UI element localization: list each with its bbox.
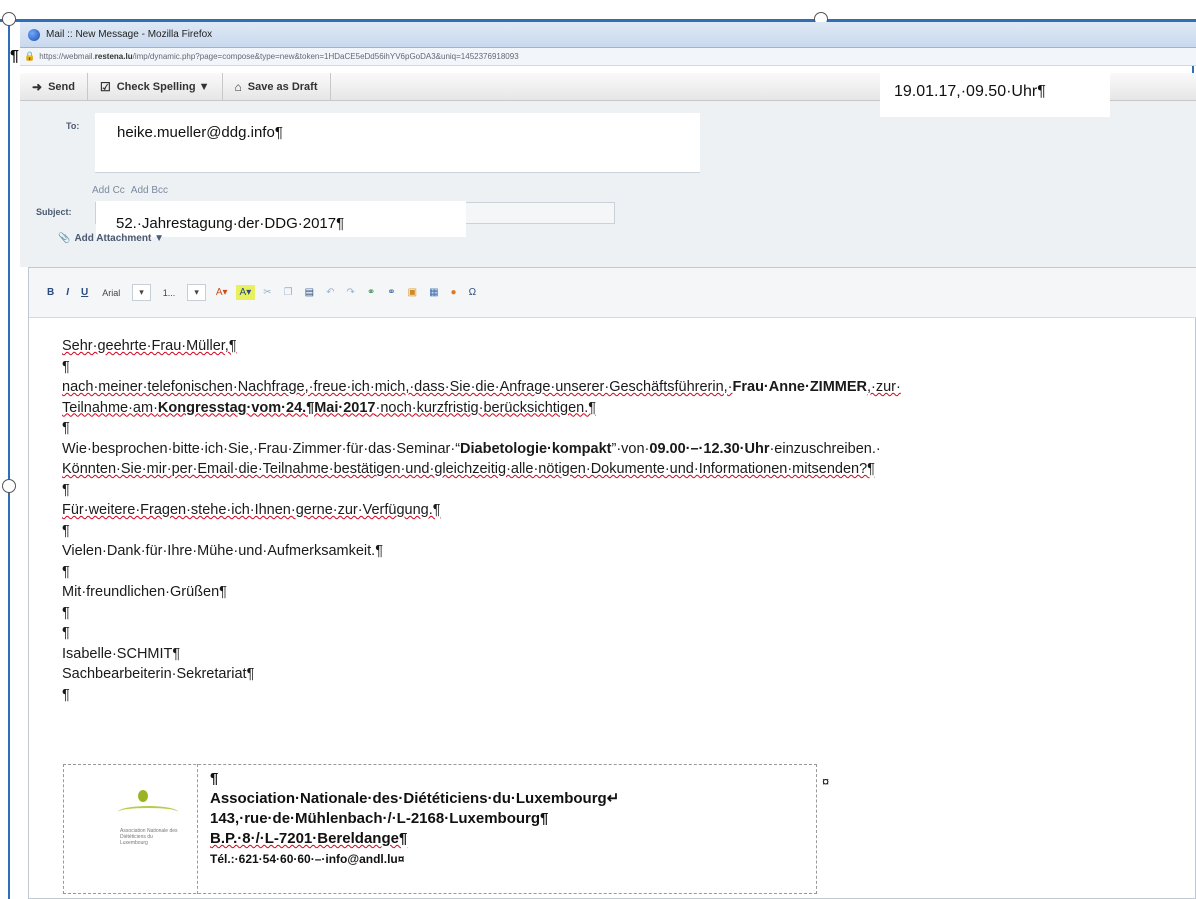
body-line: ¶ [62,522,70,539]
subject-field[interactable]: 52.·Jahrestagung·der·DDG·2017¶ [96,201,466,237]
body-line: Wie·besprochen·bitte·ich·Sie,·Frau·Zimme… [62,440,881,457]
size-dropdown[interactable]: ▾ [187,284,206,301]
body-line: Isabelle·SCHMIT¶ [62,645,181,662]
send-button[interactable]: ➜ Send [20,73,88,100]
body-line: ¶ [62,420,70,436]
firefox-icon [28,28,40,41]
body-line: ¶ [62,604,70,621]
message-body[interactable]: Sehr·geehrte·Frau·Müller,¶ ¶ nach·meiner… [62,336,1192,705]
arrow-right-icon: ➜ [32,79,43,94]
body-line: Teilnahme·am·Kongresstag·vom·24.¶Mai·201… [62,399,597,416]
smiley-icon[interactable]: ● [447,285,461,300]
url-bar[interactable]: 🔒 https://webmail.restena.lu/imp/dynamic… [20,48,1196,66]
spellcheck-icon: ☑ [99,79,111,94]
subject-label: Subject: [36,207,72,217]
format-toolbar: B I U Arial ▾ 1... ▾ A▾ A▾ ✂ ❐ ▤ ↶ ↷ ⚭ ⚭… [29,268,1196,318]
logo-dot [138,790,148,802]
find-icon[interactable]: ⚭ [363,285,379,300]
signature-pilcrow: ¶ [210,770,219,787]
window-titlebar: Mail :: New Message - Mozilla Firefox [20,22,1196,48]
add-recipients: Add Cc Add Bcc [92,185,168,196]
redo-icon[interactable]: ↷ [342,285,358,300]
paperclip-icon: 📎 [58,233,71,244]
body-line: ¶ [62,358,70,375]
url-text[interactable]: https://webmail.restena.lu/imp/dynamic.p… [39,52,518,61]
body-line: Mit·freundlichen·Grüßen¶ [62,584,227,600]
signature-block: ¶ Association·Nationale·des·Diététiciens… [210,769,619,869]
window-title: Mail :: New Message - Mozilla Firefox [46,29,213,40]
font-dropdown[interactable]: ▾ [132,284,151,301]
save-icon: ⌂ [234,79,242,94]
body-line: nach·meiner·telefonischen·Nachfrage,·fre… [62,379,901,395]
cut-icon[interactable]: ✂ [259,285,275,300]
signature-address: 143,·rue·de·Mühlenbach·/·L-2168·Luxembou… [210,810,549,827]
add-bcc-link[interactable]: Add Bcc [131,185,168,196]
body-line: ¶ [62,563,70,580]
body-line: ¶ [62,481,70,498]
table-icon[interactable]: ▦ [425,285,442,300]
save-draft-button[interactable]: ⌂ Save as Draft [223,73,331,100]
logo-arc [118,806,178,818]
body-line: Für·weitere·Fragen·stehe·ich·Ihnen·gerne… [62,502,441,518]
font-select[interactable]: Arial [96,286,126,300]
resize-handle-left-middle[interactable] [2,479,16,493]
italic-button[interactable]: I [62,285,73,300]
pilcrow-mark: ¶ [10,48,19,65]
signature-org: Association·Nationale·des·Diététiciens·d… [210,790,620,807]
undo-icon[interactable]: ↶ [322,285,338,300]
check-spelling-button[interactable]: ☑ Check Spelling ▼ [88,73,223,100]
body-line: Vielen·Dank·für·Ihre·Mühe·und·Aufmerksam… [62,543,383,559]
add-attachment[interactable]: 📎 Add Attachment ▼ [58,233,164,244]
logo-caption: Association Nationale des Diététiciens d… [120,828,178,846]
signature-contact: Tél.:·621·54·60·60·–·info@andl.lu¤ [210,852,405,866]
cell-end-mark: ¤ [822,774,830,789]
size-select[interactable]: 1... [157,286,182,300]
signature-divider [197,764,198,894]
to-field[interactable]: heike.mueller@ddg.info¶ [95,113,700,173]
image-icon[interactable]: ▣ [404,285,421,300]
add-cc-link[interactable]: Add Cc [92,185,125,196]
paste-icon[interactable]: ▤ [301,285,318,300]
copy-icon[interactable]: ❐ [280,285,297,300]
lock-icon: 🔒 [24,51,36,61]
to-label: To: [66,121,80,131]
body-line: ¶ [62,686,70,703]
highlight-color-icon[interactable]: A▾ [235,285,256,300]
date-stamp: 19.01.17,·09.50·Uhr¶ [880,73,1110,117]
replace-icon[interactable]: ⚭ [383,285,399,300]
underline-button[interactable]: U [77,285,92,300]
bold-button[interactable]: B [43,285,58,300]
text-color-icon[interactable]: A▾ [212,285,232,300]
frame-left-line [8,19,10,899]
signature-po-box: B.P.·8·/·L-7201·Bereldange¶ [210,830,408,847]
body-line: Könnten·Sie·mir·per·Email·die·Teilnahme·… [62,461,875,477]
body-line: Sehr·geehrte·Frau·Müller,¶ [62,338,237,354]
body-line: Sachbearbeiterin·Sekretariat¶ [62,666,255,682]
body-line: ¶ [62,625,70,641]
special-char-icon[interactable]: Ω [465,285,480,300]
resize-handle-top-left[interactable] [2,12,16,26]
